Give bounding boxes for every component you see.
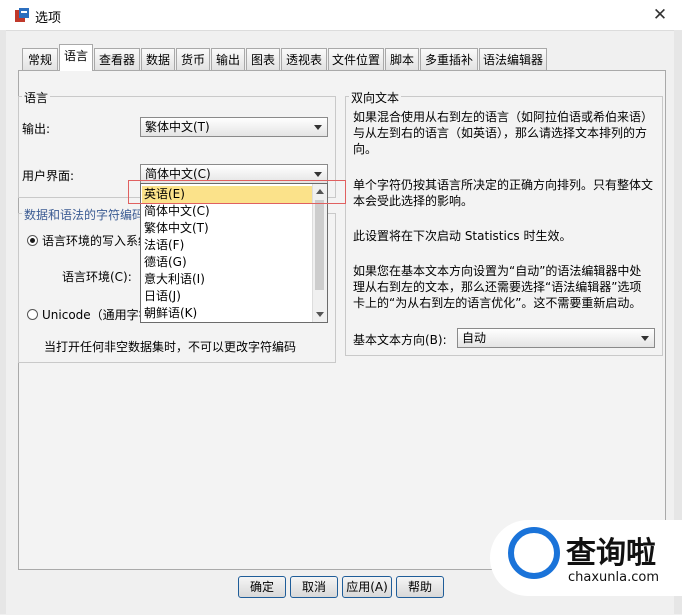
bidirectional-text-legend: 双向文本 xyxy=(349,89,402,106)
output-language-label: 输出: xyxy=(22,122,51,136)
help-button[interactable]: 帮助 xyxy=(396,576,444,598)
unicode-radio[interactable] xyxy=(27,309,38,320)
tab-general[interactable]: 常规 xyxy=(22,48,58,70)
annotation-highlight-box xyxy=(128,180,346,204)
tab-currency[interactable]: 货币 xyxy=(176,48,210,70)
locale-writing-system-radio[interactable] xyxy=(27,235,38,246)
locale-writing-system-label: 语言环境的写入系统 xyxy=(42,234,151,248)
cancel-button[interactable]: 取消 xyxy=(290,576,338,598)
tab-file-locations[interactable]: 文件位置 xyxy=(328,48,384,70)
spss-app-icon xyxy=(15,8,29,22)
apply-button[interactable]: 应用(A) xyxy=(342,576,392,598)
option-french[interactable]: 法语(F) xyxy=(142,237,313,254)
chevron-down-icon xyxy=(641,336,649,341)
option-korean[interactable]: 朝鲜语(K) xyxy=(142,305,313,322)
option-japanese[interactable]: 日语(J) xyxy=(142,288,313,305)
output-language-value: 繁体中文(T) xyxy=(145,120,210,134)
watermark-logo-icon xyxy=(508,527,560,579)
tab-language[interactable]: 语言 xyxy=(59,44,93,71)
locale-label: 语言环境(C): xyxy=(62,270,132,284)
user-interface-label: 用户界面: xyxy=(22,169,75,183)
tab-viewer[interactable]: 查看器 xyxy=(94,48,140,70)
option-italian[interactable]: 意大利语(I) xyxy=(142,271,313,288)
bidi-paragraph-2: 单个字符仍按其语言所决定的正确方向排列。只有整体文本会受此选择的影响。 xyxy=(353,178,654,208)
tab-pivot-tables[interactable]: 透视表 xyxy=(281,48,327,70)
base-text-direction-label: 基本文本方向(B): xyxy=(353,333,447,347)
chevron-down-icon xyxy=(314,172,322,177)
bidi-paragraph-4: 如果您在基本文本方向设置为“自动”的语法编辑器中处理从右到左的文本，那么还需要选… xyxy=(353,264,642,310)
option-simplified-chinese[interactable]: 简体中文(C) xyxy=(142,203,313,220)
dropdown-scrollbar[interactable] xyxy=(312,184,327,322)
bidi-paragraph-3: 此设置将在下次启动 Statistics 时生效。 xyxy=(353,229,572,243)
ok-button[interactable]: 确定 xyxy=(238,576,286,598)
tab-output[interactable]: 输出 xyxy=(211,48,245,70)
base-text-direction-select[interactable]: 自动 xyxy=(457,328,655,348)
scroll-down-icon[interactable] xyxy=(316,312,324,317)
tab-charts[interactable]: 图表 xyxy=(246,48,280,70)
title-bar xyxy=(0,0,682,30)
window-title: 选项 xyxy=(35,11,62,26)
option-traditional-chinese[interactable]: 繁体中文(T) xyxy=(142,220,313,237)
watermark-text: 查询啦 xyxy=(566,536,656,571)
option-german[interactable]: 德语(G) xyxy=(142,254,313,271)
language-group-legend: 语言 xyxy=(22,89,51,106)
user-interface-language-dropdown[interactable]: 英语(E) 简体中文(C) 繁体中文(T) 法语(F) 德语(G) 意大利语(I… xyxy=(140,183,328,323)
unicode-label: Unicode（通用字符 xyxy=(42,308,151,322)
tab-syntax-editor[interactable]: 语法编辑器 xyxy=(479,48,547,70)
tab-data[interactable]: 数据 xyxy=(141,48,175,70)
tab-scripts[interactable]: 脚本 xyxy=(385,48,419,70)
bidi-paragraph-1: 如果混合使用从右到左的语言（如阿拉伯语或希伯来语）与从左到右的语言（如英语），那… xyxy=(353,110,654,156)
watermark-url: chaxunla.com xyxy=(568,570,659,585)
tab-multiple-imputation[interactable]: 多重插补 xyxy=(420,48,478,70)
user-interface-language-value: 简体中文(C) xyxy=(145,167,211,181)
encoding-note: 当打开任何非空数据集时，不可以更改字符编码 xyxy=(44,340,297,354)
background-window-edge xyxy=(0,30,6,614)
character-encoding-legend: 数据和语法的字符编码 xyxy=(22,206,147,223)
chevron-down-icon xyxy=(314,125,322,130)
close-icon[interactable]: ✕ xyxy=(648,4,672,26)
base-text-direction-value: 自动 xyxy=(462,331,487,345)
output-language-select[interactable]: 繁体中文(T) xyxy=(140,117,328,137)
scrollbar-thumb[interactable] xyxy=(315,200,324,290)
